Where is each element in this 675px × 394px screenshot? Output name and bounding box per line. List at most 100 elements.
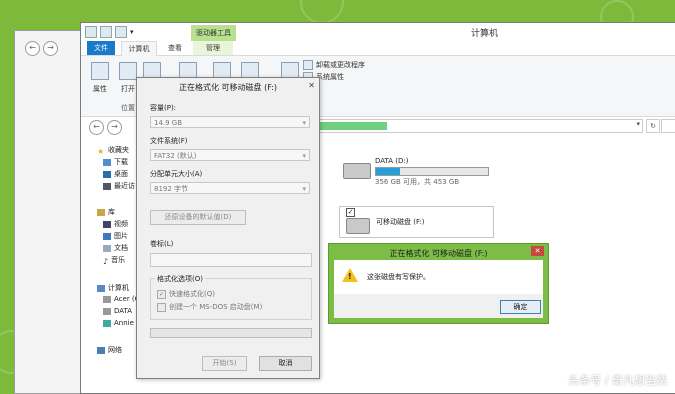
properties-qat-icon[interactable] <box>100 26 112 38</box>
ribbon-tabs: 文件 计算机 查看 管理 <box>81 41 675 56</box>
write-protect-message: 这张磁盘有写保护。 <box>367 273 430 281</box>
window-title: 计算机 <box>471 29 499 39</box>
nav-computer[interactable]: 计算机 <box>97 283 129 293</box>
title-bar: ▾ 驱动器工具 计算机 <box>81 23 675 41</box>
drive-tools-context-label: 驱动器工具 <box>191 25 236 41</box>
document-icon <box>103 244 111 252</box>
nav-pictures-label: 图片 <box>114 232 128 240</box>
recent-places-icon <box>103 182 111 190</box>
format-dialog: 正在格式化 可移动磁盘 (F:) ✕ 容量(P): 14.9 GB ▾ 文件系统(… <box>136 77 320 379</box>
drive-icon <box>103 295 111 303</box>
properties-label: 属性 <box>93 85 107 93</box>
format-options-group: 格式化选项(O) ✓ 快速格式化(Q) 创建一个 MS-DOS 启动盘(M) <box>150 274 312 320</box>
uninstall-icon <box>303 60 313 70</box>
nav-drive-c[interactable]: Acer (C <box>103 295 140 303</box>
close-icon[interactable]: ✕ <box>531 246 544 256</box>
drive-icon <box>103 307 111 315</box>
tab-computer[interactable]: 计算机 <box>121 41 157 56</box>
ok-button[interactable]: 确定 <box>500 300 541 314</box>
volume-label-label: 卷标(L) <box>150 240 174 248</box>
allocation-select[interactable]: 8192 字节 ▾ <box>150 182 310 194</box>
filesystem-select[interactable]: FAT32 (默认) ▾ <box>150 149 310 161</box>
nav-recent-label: 最近访 <box>114 182 135 190</box>
allocation-value: 8192 字节 <box>154 185 189 193</box>
back-arrow-icon[interactable]: ← <box>25 41 40 56</box>
nav-pictures[interactable]: 图片 <box>103 231 128 241</box>
nav-favorites[interactable]: ★ 收藏夹 <box>97 145 129 156</box>
nav-drive-d[interactable]: DATA <box>103 307 132 315</box>
msdos-disk-option[interactable]: 创建一个 MS-DOS 启动盘(M) <box>157 302 262 312</box>
computer-icon <box>97 284 105 292</box>
msdos-disk-checkbox[interactable] <box>157 302 166 312</box>
nav-network[interactable]: 网络 <box>97 345 122 355</box>
quick-access-toolbar: ▾ <box>85 26 134 38</box>
nav-music-label: 音乐 <box>111 256 126 264</box>
capacity-select[interactable]: 14.9 GB ▾ <box>150 116 310 128</box>
nav-desktop[interactable]: 桌面 <box>103 169 128 179</box>
filesystem-label: 文件系统(F) <box>150 137 188 145</box>
nav-libraries-label: 库 <box>108 208 115 216</box>
watermark: 头条号 / 奇凡想当然 <box>568 374 667 387</box>
system-properties-label: 系统属性 <box>316 73 344 81</box>
address-box[interactable]: ▾ <box>316 119 643 133</box>
allocation-label: 分配单元大小(A) <box>150 170 203 178</box>
refresh-icon[interactable]: ↻ <box>646 119 660 133</box>
properties-button[interactable]: 属性 <box>91 62 109 94</box>
chevron-down-icon[interactable]: ▾ <box>636 120 640 128</box>
new-folder-qat-icon[interactable] <box>115 26 127 38</box>
nav-computer-label: 计算机 <box>108 284 129 292</box>
tab-file[interactable]: 文件 <box>87 41 115 55</box>
download-icon <box>103 158 111 166</box>
open-button[interactable]: 打开 <box>119 62 137 94</box>
nav-videos-label: 视频 <box>114 220 128 228</box>
drive-f-checkbox[interactable]: ✓ <box>346 208 355 217</box>
tab-manage[interactable]: 管理 <box>193 41 233 55</box>
background-ornament <box>300 0 344 24</box>
network-icon <box>97 346 105 354</box>
nav-videos[interactable]: 视频 <box>103 219 128 229</box>
uninstall-button[interactable]: 卸载或更改程序 <box>303 60 365 70</box>
chevron-down-icon: ▾ <box>302 119 306 127</box>
computer-icon <box>85 26 97 38</box>
close-icon[interactable]: ✕ <box>308 81 315 90</box>
format-dialog-title: 正在格式化 可移动磁盘 (F:) <box>178 83 277 92</box>
capacity-label: 容量(P): <box>150 104 177 112</box>
write-protect-dialog: 正在格式化 可移动磁盘 (F:) ✕ ! 这张磁盘有写保护。 确定 <box>328 243 549 324</box>
video-icon <box>103 220 111 228</box>
drive-f-tile[interactable]: ✓ 可移动磁盘 (F:) <box>339 206 494 238</box>
chevron-down-icon: ▾ <box>302 152 306 160</box>
forward-arrow-icon[interactable]: → <box>107 120 122 135</box>
capacity-value: 14.9 GB <box>154 119 183 127</box>
nav-documents[interactable]: 文档 <box>103 243 128 253</box>
hard-drive-icon <box>343 163 371 179</box>
nav-libraries[interactable]: 库 <box>97 207 115 217</box>
quick-format-option[interactable]: ✓ 快速格式化(Q) <box>157 289 215 299</box>
address-progress-fill <box>317 122 387 130</box>
nav-drive-d-label: DATA <box>114 307 133 315</box>
nav-music[interactable]: ♪ 音乐 <box>103 255 126 266</box>
properties-icon <box>91 62 109 80</box>
nav-network-label: 网络 <box>108 346 122 354</box>
quick-format-checkbox[interactable]: ✓ <box>157 289 166 299</box>
format-options-legend: 格式化选项(O) <box>155 274 205 284</box>
uninstall-label: 卸载或更改程序 <box>316 61 365 69</box>
nav-recent[interactable]: 最近访 <box>103 181 135 191</box>
tab-view[interactable]: 查看 <box>161 41 189 55</box>
write-protect-title: 正在格式化 可移动磁盘 (F:) <box>389 249 488 258</box>
start-button[interactable]: 开始(S) <box>202 356 247 371</box>
cancel-button[interactable]: 取消 <box>259 356 312 371</box>
qat-dropdown-icon[interactable]: ▾ <box>130 28 134 36</box>
forward-arrow-icon[interactable]: → <box>43 41 58 56</box>
desktop-icon <box>103 170 111 178</box>
back-arrow-icon[interactable]: ← <box>89 120 104 135</box>
nav-downloads[interactable]: 下载 <box>103 157 128 167</box>
search-input[interactable] <box>661 119 675 133</box>
warning-exclamation-icon: ! <box>348 272 352 281</box>
nav-desktop-label: 桌面 <box>114 170 128 178</box>
nav-annie[interactable]: Annie <box>103 319 134 327</box>
star-icon: ★ <box>97 146 105 156</box>
chevron-down-icon: ▾ <box>302 185 306 193</box>
ribbon-group-location: 位置 <box>121 104 135 112</box>
volume-label-input[interactable] <box>150 253 312 267</box>
restore-defaults-button[interactable]: 还原设备的默认值(D) <box>150 210 246 225</box>
